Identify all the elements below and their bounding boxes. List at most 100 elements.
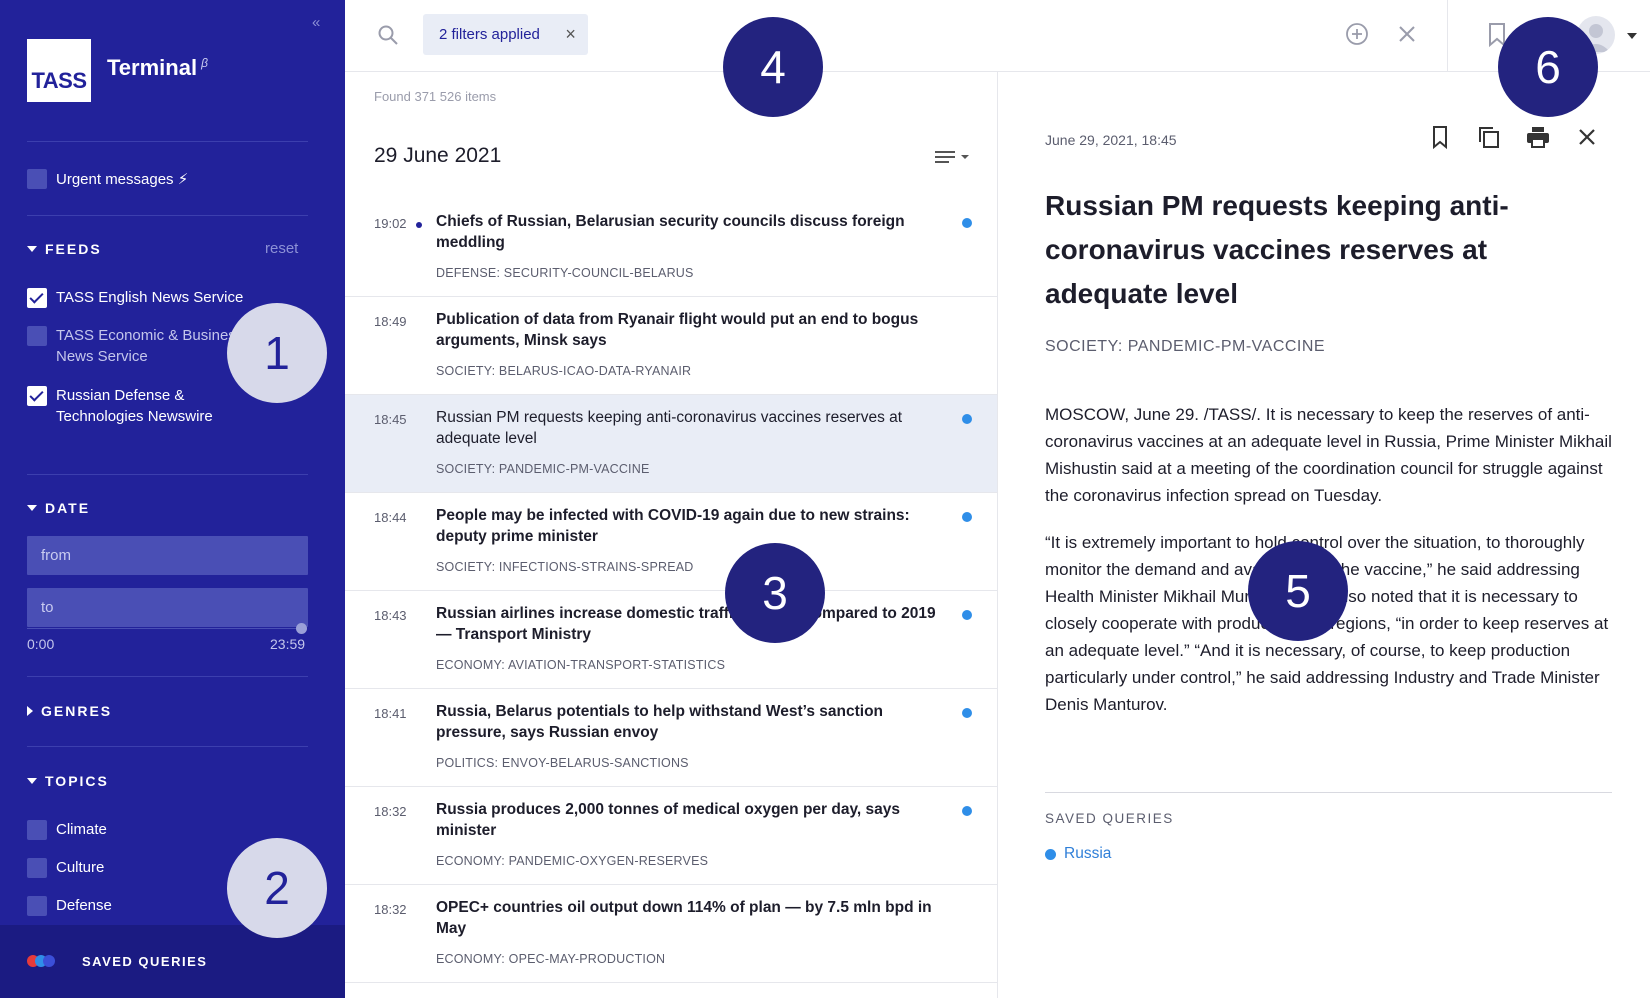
caret-down-icon: [27, 505, 37, 511]
saved-queries-footer[interactable]: SAVED QUERIES: [0, 925, 345, 998]
saved-queries-icon: [27, 955, 59, 967]
search-icon[interactable]: [377, 24, 399, 46]
news-item[interactable]: 18:44 People may be infected with COVID-…: [345, 493, 997, 591]
time-range-track[interactable]: [27, 628, 303, 629]
filter-chip[interactable]: 2 filters applied ×: [423, 14, 588, 55]
news-item[interactable]: 18:32 OPEC+ countries oil output down 11…: [345, 885, 997, 983]
topic-checkbox-climate[interactable]: [27, 820, 47, 840]
time-range-handle[interactable]: [296, 623, 307, 634]
callout-marker-2: 2: [227, 838, 327, 938]
news-tag: SOCIETY: INFECTIONS-STRAINS-SPREAD: [436, 560, 694, 574]
news-tag: ECONOMY: PANDEMIC-OXYGEN-RESERVES: [436, 854, 709, 868]
topic-checkbox-culture[interactable]: [27, 858, 47, 878]
news-time: 18:49: [374, 314, 407, 329]
article-panel: June 29, 2021, 18:45 Russian PM requests…: [999, 72, 1650, 998]
news-title: OPEC+ countries oil output down 114% of …: [436, 899, 932, 937]
unread-dot: [962, 708, 972, 718]
news-item[interactable]: 18:43 Russian airlines increase domestic…: [345, 591, 997, 689]
topic-label-defense: Defense: [56, 897, 112, 914]
query-color-dot: [1045, 848, 1056, 860]
date-from-input[interactable]: [27, 536, 308, 575]
time-range-start: 0:00: [27, 636, 55, 652]
urgent-indicator: [416, 222, 422, 228]
news-item-selected[interactable]: 18:45 Russian PM requests keeping anti-c…: [345, 395, 997, 493]
topics-heading: TOPICS: [45, 773, 109, 789]
callout-marker-6: 6: [1498, 17, 1598, 117]
saved-queries-footer-label: SAVED QUERIES: [82, 954, 208, 969]
genres-heading: GENRES: [41, 703, 113, 719]
collapse-sidebar-button[interactable]: «: [312, 14, 320, 31]
saved-query-link[interactable]: Russia: [1045, 845, 1111, 863]
news-title: People may be infected with COVID-19 aga…: [436, 507, 910, 545]
article-date: June 29, 2021, 18:45: [1045, 132, 1177, 148]
news-tag: ECONOMY: AVIATION-TRANSPORT-STATISTICS: [436, 658, 726, 672]
news-list: 19:02 Chiefs of Russian, Belarusian secu…: [345, 199, 997, 983]
app-title-text: Terminal: [107, 55, 198, 80]
sidebar-divider: [27, 474, 308, 475]
news-time: 18:45: [374, 412, 407, 427]
news-time: 18:43: [374, 608, 407, 623]
news-title: Russian PM requests keeping anti-coronav…: [436, 409, 903, 447]
topics-section-toggle[interactable]: TOPICS: [27, 773, 109, 789]
news-tag: DEFENSE: SECURITY-COUNCIL-BELARUS: [436, 266, 694, 280]
feed-checkbox-russian-defense[interactable]: [27, 386, 47, 406]
sidebar-divider: [27, 746, 308, 747]
caret-down-icon: [27, 778, 37, 784]
urgent-checkbox[interactable]: [27, 169, 47, 189]
genres-section-toggle[interactable]: GENRES: [27, 703, 112, 719]
close-icon[interactable]: [1574, 124, 1600, 150]
news-tag: SOCIETY: BELARUS-ICAO-DATA-RYANAIR: [436, 364, 692, 378]
news-time: 19:02: [374, 216, 407, 231]
news-time: 18:32: [374, 902, 407, 917]
news-tag: SOCIETY: PANDEMIC-PM-VACCINE: [436, 462, 650, 476]
news-time: 18:32: [374, 804, 407, 819]
saved-query-label: Russia: [1064, 845, 1112, 862]
date-section-toggle[interactable]: DATE: [27, 500, 90, 516]
unread-dot: [962, 218, 972, 228]
feed-checkbox-tass-economic[interactable]: [27, 326, 47, 346]
news-time: 18:41: [374, 706, 407, 721]
article-title: Russian PM requests keeping anti-coronav…: [1045, 190, 1509, 309]
news-item[interactable]: 19:02 Chiefs of Russian, Belarusian secu…: [345, 199, 997, 297]
saved-queries-title: SAVED QUERIES: [1045, 811, 1174, 826]
sidebar-divider: [27, 676, 308, 677]
news-item[interactable]: 18:49 Publication of data from Ryanair f…: [345, 297, 997, 395]
news-item[interactable]: 18:41 Russia, Belarus potentials to help…: [345, 689, 997, 787]
topic-label-culture: Culture: [56, 859, 105, 876]
close-icon[interactable]: ×: [565, 14, 576, 55]
copy-icon[interactable]: [1476, 124, 1502, 150]
feeds-section-toggle[interactable]: FEEDS: [27, 241, 102, 257]
beta-mark: β: [201, 55, 208, 70]
sidebar-divider: [27, 215, 308, 216]
caret-down-icon: [27, 246, 37, 252]
news-tag: POLITICS: ENVOY-BELARUS-SANCTIONS: [436, 756, 689, 770]
topbar-divider: [1447, 0, 1448, 72]
topic-checkbox-defense[interactable]: [27, 896, 47, 916]
callout-marker-4: 4: [723, 17, 823, 117]
results-count: Found 371 526 items: [374, 89, 497, 104]
feed-label-russian-defense: Russian Defense & Technologies Newswire: [56, 387, 213, 425]
dot-indigo: [43, 955, 55, 967]
sort-menu-icon[interactable]: [935, 149, 975, 167]
feed-checkbox-tass-english[interactable]: [27, 288, 47, 308]
unread-dot: [962, 806, 972, 816]
topic-label-climate: Climate: [56, 821, 107, 838]
add-filter-icon[interactable]: [1345, 22, 1369, 46]
callout-marker-3: 3: [725, 543, 825, 643]
feed-date-heading: 29 June 2021: [374, 144, 502, 167]
callout-marker-5: 5: [1248, 541, 1348, 641]
callout-marker-1: 1: [227, 303, 327, 403]
clear-search-icon[interactable]: [1395, 22, 1419, 46]
unread-dot: [962, 414, 972, 424]
top-bar: 2 filters applied ×: [345, 0, 1650, 72]
news-item[interactable]: 18:32 Russia produces 2,000 tonnes of me…: [345, 787, 997, 885]
news-title: Publication of data from Ryanair flight …: [436, 311, 919, 349]
feeds-reset-link[interactable]: reset: [265, 240, 298, 257]
date-to-input[interactable]: [27, 588, 308, 627]
chevron-down-icon[interactable]: [1627, 33, 1637, 39]
filter-chip-label: 2 filters applied: [439, 26, 540, 43]
bookmark-icon[interactable]: [1427, 124, 1453, 150]
print-icon[interactable]: [1525, 124, 1551, 150]
news-title: Russia, Belarus potentials to help withs…: [436, 703, 884, 741]
article-divider: [1045, 792, 1612, 793]
